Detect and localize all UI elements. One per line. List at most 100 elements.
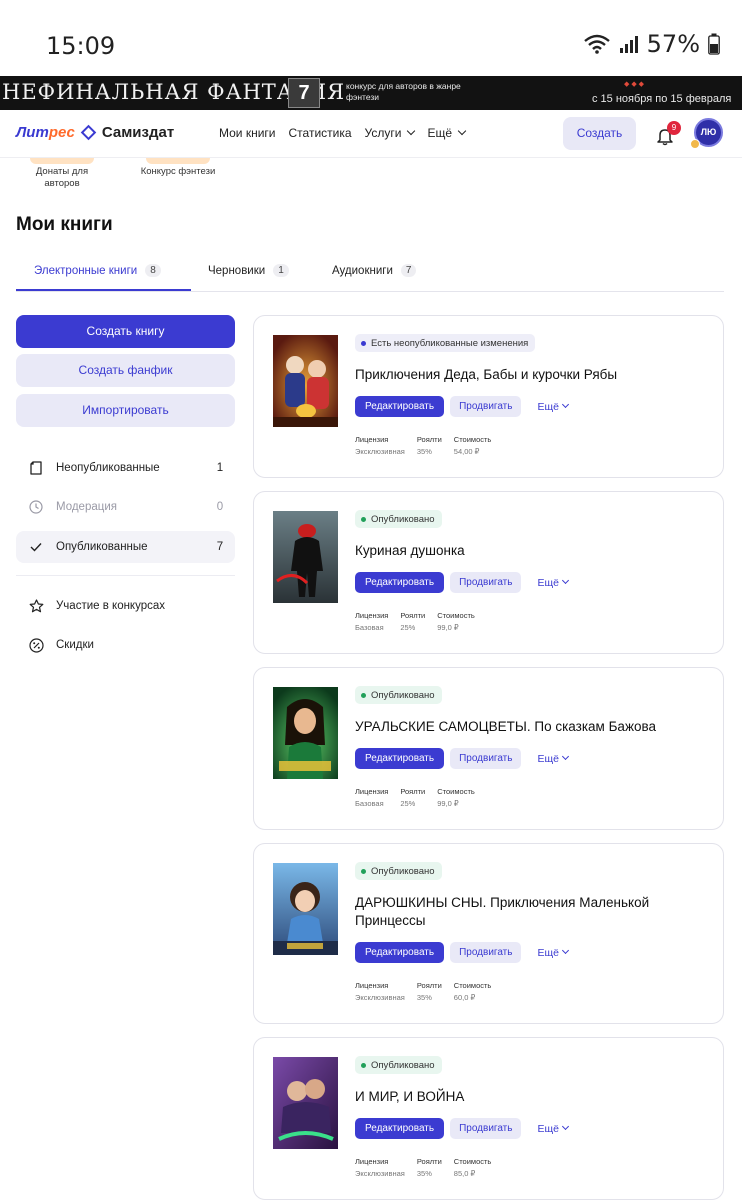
book-title[interactable]: И МИР, И ВОЙНА bbox=[355, 1088, 705, 1106]
create-button[interactable]: Создать bbox=[563, 117, 636, 150]
status-text: Опубликовано bbox=[371, 513, 435, 525]
chevron-down-icon bbox=[561, 946, 569, 955]
link-contests[interactable]: Участие в конкурсах bbox=[16, 590, 235, 622]
more-button[interactable]: Ещё bbox=[537, 946, 569, 959]
status-text: Опубликовано bbox=[371, 1059, 435, 1071]
meta-value: 25% bbox=[400, 623, 416, 632]
tab-audiobooks[interactable]: Аудиокниги 7 bbox=[332, 264, 417, 277]
nav-link-label: Мои книги bbox=[219, 126, 276, 140]
meta-value: 54,00 ₽ bbox=[453, 447, 480, 456]
import-button[interactable]: Импортировать bbox=[16, 394, 235, 427]
filter-moderation[interactable]: Модерация 0 bbox=[16, 491, 235, 523]
status-text: Опубликовано bbox=[371, 689, 435, 701]
more-button[interactable]: Ещё bbox=[537, 1123, 569, 1135]
book-type-tabs: Электронные книги 8 Черновики 1 Аудиокни… bbox=[16, 254, 724, 292]
book-cover-image[interactable] bbox=[273, 863, 338, 955]
edit-button[interactable]: Редактировать bbox=[355, 396, 445, 417]
book-meta: Лицензия Базовая Роялти 25% Стоимость 99,0 … bbox=[355, 786, 475, 810]
filter-unpublished[interactable]: Неопубликованные 1 bbox=[16, 452, 235, 484]
nav-link-statistics[interactable]: Статистика bbox=[289, 126, 352, 140]
status-badge: Опубликовано bbox=[355, 862, 442, 880]
promote-button[interactable]: Продвигать bbox=[450, 572, 522, 593]
book-title[interactable]: ДАРЮШКИНЫ СНЫ. Приключения Маленькой При… bbox=[355, 894, 705, 930]
tile-donations[interactable]: Донаты для авторов bbox=[26, 158, 98, 190]
meta-key: Лицензия bbox=[355, 435, 389, 444]
promote-button[interactable]: Продвигать bbox=[450, 396, 522, 417]
book-meta: Лицензия Базовая Роялти 25% Стоимость 99,0 … bbox=[355, 610, 475, 634]
book-card: Есть неопубликованные изменения Приключе… bbox=[253, 315, 724, 478]
nav-link-services[interactable]: Услуги bbox=[364, 126, 416, 140]
meta-key: Роялти bbox=[416, 981, 442, 990]
meta-license: Лицензия Эксклюзивная bbox=[355, 980, 405, 1004]
filter-published[interactable]: Опубликованные 7 bbox=[16, 531, 235, 563]
book-cover-image[interactable] bbox=[273, 1057, 338, 1149]
tab-drafts[interactable]: Черновики 1 bbox=[208, 264, 289, 277]
meta-key: Стоимость bbox=[437, 787, 475, 796]
create-book-button[interactable]: Создать книгу bbox=[16, 315, 235, 348]
book-cover-image[interactable] bbox=[273, 335, 338, 427]
chevron-down-icon bbox=[561, 576, 569, 585]
more-label: Ещё bbox=[537, 400, 559, 413]
tile-fantasy-contest[interactable]: Конкурс фэнтези bbox=[140, 158, 216, 178]
meta-royalty: Роялти 35% bbox=[417, 980, 442, 1004]
edit-button[interactable]: Редактировать bbox=[355, 942, 445, 963]
filter-label: Опубликованные bbox=[56, 541, 148, 553]
book-cover-image[interactable] bbox=[273, 687, 338, 779]
logo-text-samizdat: Самиздат bbox=[101, 124, 175, 141]
book-meta: Лицензия Эксклюзивная Роялти 35% Стоимость… bbox=[355, 980, 491, 1004]
filter-count: 0 bbox=[216, 501, 224, 513]
create-fanfic-button[interactable]: Создать фанфик bbox=[16, 354, 235, 387]
link-discounts[interactable]: Скидки bbox=[16, 629, 235, 661]
more-label: Ещё bbox=[537, 946, 559, 959]
status-icons: 57% bbox=[583, 30, 720, 58]
chevron-down-icon bbox=[457, 126, 467, 136]
battery-icon bbox=[708, 33, 720, 55]
status-badge: Есть неопубликованные изменения bbox=[355, 334, 536, 352]
meta-key: Стоимость bbox=[453, 435, 492, 444]
book-title[interactable]: Приключения Деда, Бабы и курочки Рябы bbox=[355, 366, 705, 384]
book-card: Опубликовано УРАЛЬСКИЕ САМОЦВЕТЫ. По ска… bbox=[253, 667, 724, 830]
book-title[interactable]: УРАЛЬСКИЕ САМОЦВЕТЫ. По сказкам Бажова bbox=[355, 718, 705, 736]
edit-button[interactable]: Редактировать bbox=[355, 1118, 445, 1139]
nav-links: Мои книги Статистика Услуги Ещё bbox=[219, 126, 467, 140]
link-label: Участие в конкурсах bbox=[56, 600, 166, 612]
status-text: Есть неопубликованные изменения bbox=[371, 337, 529, 349]
notifications-badge: 9 bbox=[667, 121, 681, 135]
meta-price: Стоимость 85,0 ₽ bbox=[454, 1156, 492, 1180]
book-cover-image[interactable] bbox=[273, 511, 338, 603]
tab-count: 7 bbox=[400, 264, 417, 277]
clock-icon bbox=[16, 500, 56, 514]
more-button[interactable]: Ещё bbox=[537, 576, 569, 589]
promote-button[interactable]: Продвигать bbox=[450, 748, 522, 769]
banner-subtitle: конкурс для авторов в жанре фэнтези bbox=[346, 81, 461, 102]
nav-link-my-books[interactable]: Мои книги bbox=[219, 126, 276, 140]
tile-donations-icon bbox=[30, 158, 94, 164]
meta-key: Стоимость bbox=[453, 1157, 492, 1166]
meta-price: Стоимость 99,0 ₽ bbox=[437, 610, 475, 634]
tab-ebooks[interactable]: Электронные книги 8 bbox=[34, 264, 161, 277]
promote-button[interactable]: Продвигать bbox=[450, 1118, 522, 1139]
document-icon bbox=[16, 461, 56, 475]
edit-button[interactable]: Редактировать bbox=[355, 748, 445, 769]
more-button[interactable]: Ещё bbox=[537, 753, 569, 765]
meta-key: Стоимость bbox=[453, 981, 492, 990]
book-actions: Редактировать Продвигать Ещё bbox=[355, 572, 569, 593]
tab-count: 8 bbox=[145, 264, 161, 277]
meta-license: Лицензия Эксклюзивная bbox=[355, 1156, 405, 1180]
active-tab-indicator bbox=[16, 289, 191, 291]
contest-banner[interactable]: НЕФИНАЛЬНАЯ ФАНТАЗИЯ 7 конкурс для автор… bbox=[0, 76, 742, 110]
promote-button[interactable]: Продвигать bbox=[450, 942, 522, 963]
filter-label: Неопубликованные bbox=[56, 462, 160, 474]
more-button[interactable]: Ещё bbox=[537, 400, 569, 413]
nav-link-label: Услуги bbox=[364, 126, 402, 140]
book-meta: Лицензия Эксклюзивная Роялти 35% Стоимость… bbox=[355, 434, 491, 458]
book-actions: Редактировать Продвигать Ещё bbox=[355, 942, 569, 963]
meta-key: Стоимость bbox=[437, 611, 475, 620]
edit-button[interactable]: Редактировать bbox=[355, 572, 445, 593]
chevron-down-icon bbox=[407, 126, 416, 136]
book-title[interactable]: Куриная душонка bbox=[355, 542, 705, 560]
nav-link-more[interactable]: Ещё bbox=[427, 126, 467, 140]
status-badge: Опубликовано bbox=[355, 510, 442, 528]
litres-samizdat-logo[interactable]: Лит рес Самиздат bbox=[16, 124, 174, 141]
logo-diamond-icon bbox=[80, 124, 97, 141]
